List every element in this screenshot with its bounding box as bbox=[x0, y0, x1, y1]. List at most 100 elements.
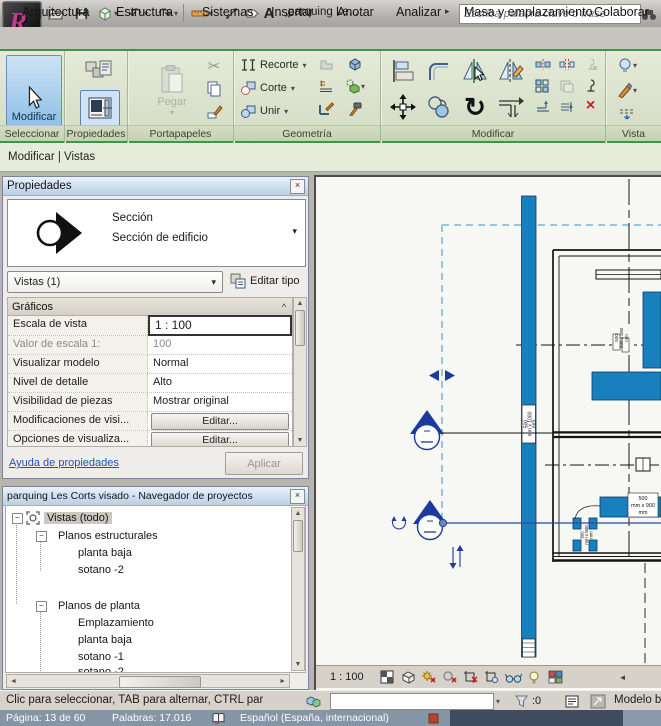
reveal-hidden-button[interactable] bbox=[525, 669, 544, 686]
align-button[interactable] bbox=[387, 55, 419, 87]
delete-button[interactable]: × bbox=[582, 97, 599, 114]
trim-corner-button[interactable] bbox=[534, 99, 551, 114]
cope-button[interactable]: Recorte ▾ bbox=[240, 54, 307, 76]
edit-display-options-button[interactable]: Editar... bbox=[151, 432, 289, 447]
offset-button[interactable] bbox=[423, 55, 455, 87]
crop-region-visible-button[interactable] bbox=[483, 669, 502, 686]
match-properties-button[interactable] bbox=[203, 100, 225, 122]
tree-item-sotano-1[interactable]: sotano -1 bbox=[78, 651, 124, 663]
cut-geometry-button[interactable]: Corte ▾ bbox=[240, 77, 295, 99]
edit-type-label[interactable]: Editar tipo bbox=[250, 275, 300, 287]
demolish-button[interactable] bbox=[344, 99, 366, 119]
tree-item-emplazamiento[interactable]: Emplazamiento bbox=[78, 617, 154, 629]
wall-joins-button[interactable] bbox=[316, 77, 336, 95]
column-tag-ladder[interactable] bbox=[523, 639, 536, 657]
property-help-link[interactable]: Ayuda de propiedades bbox=[9, 457, 119, 469]
properties-close-icon[interactable]: × bbox=[290, 179, 305, 194]
scrollbar-thumb[interactable] bbox=[295, 310, 305, 346]
property-row[interactable]: Visibilidad de piezas Mostrar original bbox=[8, 393, 292, 412]
scroll-down-icon[interactable]: ▼ bbox=[294, 437, 306, 444]
browser-header[interactable]: parquing Les Corts visado - Navegador de… bbox=[3, 487, 308, 506]
type-selector-dropdown-icon[interactable]: ▾ bbox=[292, 226, 297, 237]
shadows-button[interactable] bbox=[441, 669, 460, 686]
phases-button[interactable]: ▾ bbox=[342, 77, 368, 95]
array-button[interactable] bbox=[534, 78, 551, 93]
property-row[interactable]: Escala de vista 1 : 100 bbox=[8, 316, 292, 336]
mirror-draw-axis-button[interactable] bbox=[495, 55, 527, 87]
panel-label-modificar[interactable]: Modificar bbox=[381, 125, 605, 141]
rotate-button[interactable]: ↻ bbox=[459, 91, 491, 123]
scroll-down-icon[interactable]: ▼ bbox=[292, 661, 304, 668]
rotate-control[interactable] bbox=[392, 516, 407, 529]
tree-item-planos-estructurales[interactable]: Planos estructurales bbox=[58, 530, 158, 542]
panel-label-geometria[interactable]: Geometría bbox=[234, 125, 380, 141]
sun-path-button[interactable] bbox=[420, 669, 439, 686]
scroll-up-icon[interactable]: ▲ bbox=[294, 300, 306, 307]
cut-button[interactable]: ✂ bbox=[203, 56, 225, 76]
tree-item-sotano-2[interactable]: sotano -2 bbox=[78, 564, 124, 576]
tab-sistemas[interactable]: Sistemas bbox=[202, 2, 253, 21]
tab-colaborar[interactable]: Colaborar bbox=[594, 2, 649, 21]
scroll-right-icon[interactable]: ► bbox=[279, 678, 286, 685]
beam-cope-button[interactable] bbox=[316, 55, 336, 73]
expand-box[interactable]: − bbox=[12, 513, 23, 524]
tree-item-planta-baja-2[interactable]: planta baja bbox=[78, 634, 132, 646]
view-brush-button[interactable]: ▾ bbox=[614, 80, 640, 100]
section-view-canvas[interactable]: 500 mm x 1000 mm 500 mm x 500 mm 50 bbox=[316, 177, 661, 666]
materials-button[interactable] bbox=[80, 55, 118, 89]
edit-type-button[interactable] bbox=[229, 272, 247, 290]
tab-arquitectura[interactable]: Arquitectura bbox=[22, 2, 89, 21]
title-expand-icon[interactable]: ▸ bbox=[445, 6, 450, 17]
tree-item-sotano-2b[interactable]: sotano -2 bbox=[78, 666, 124, 673]
tab-estructura[interactable]: Estructura bbox=[116, 2, 173, 21]
apply-button[interactable]: Aplicar bbox=[225, 452, 303, 475]
edit-visibility-button[interactable]: Editar... bbox=[151, 413, 289, 430]
column-tag-3[interactable]: 500 mm x 900 mm bbox=[628, 493, 658, 517]
hscroll-left-icon[interactable]: ◄ bbox=[619, 673, 627, 682]
group-collapse-icon[interactable]: ^ bbox=[282, 302, 286, 312]
macro-record-icon[interactable] bbox=[428, 713, 439, 724]
filter-combobox[interactable]: Vistas (1) ▾ bbox=[7, 271, 223, 293]
tab-masa-y-emplazamiento[interactable]: Masa y emplazamiento bbox=[464, 2, 593, 21]
crop-view-button[interactable] bbox=[462, 669, 481, 686]
flip-control[interactable] bbox=[450, 545, 464, 569]
view-lightbulb-button[interactable]: ▾ bbox=[614, 55, 640, 75]
browser-hscrollbar[interactable]: ◄ ► bbox=[6, 674, 290, 688]
panel-label-portapapeles[interactable]: Portapapeles bbox=[128, 125, 233, 141]
spellcheck-book-icon[interactable] bbox=[212, 712, 225, 724]
temporary-hide-isolate-button[interactable] bbox=[504, 669, 523, 686]
worksets-button[interactable] bbox=[303, 693, 323, 709]
expand-box[interactable]: − bbox=[36, 601, 47, 612]
type-selector[interactable]: Sección Sección de edificio ▾ bbox=[7, 199, 306, 267]
trim-extend-button[interactable] bbox=[495, 91, 527, 123]
properties-scrollbar[interactable]: ▲ ▼ bbox=[293, 297, 307, 447]
split-element-button[interactable] bbox=[534, 57, 551, 72]
structure-sections[interactable] bbox=[522, 196, 661, 657]
scrollbar-thumb[interactable] bbox=[293, 520, 303, 552]
column-tag-1[interactable]: 500 mm x 1000 mm bbox=[522, 405, 538, 443]
beam-joins-button[interactable] bbox=[316, 99, 336, 119]
join-button[interactable]: Unir ▾ bbox=[240, 100, 288, 122]
property-row[interactable]: Valor de escala 1: 100 bbox=[8, 336, 292, 355]
copy-button[interactable] bbox=[203, 78, 225, 98]
exclude-options-button[interactable] bbox=[588, 692, 608, 710]
panel-label-seleccionar[interactable]: Seleccionar bbox=[0, 125, 64, 141]
word-page-count[interactable]: Página: 13 de 60 bbox=[6, 712, 85, 724]
view-scale[interactable]: 1 : 100 bbox=[330, 671, 364, 683]
scrollbar-thumb[interactable] bbox=[119, 676, 201, 688]
property-row[interactable]: Opciones de visualiza... Editar... bbox=[8, 431, 292, 447]
drag-dot-handle[interactable] bbox=[439, 519, 446, 526]
property-row[interactable]: Nivel de detalle Alto bbox=[8, 374, 292, 393]
tab-insertar[interactable]: Insertar bbox=[271, 2, 313, 21]
scroll-up-icon[interactable]: ▲ bbox=[292, 510, 304, 517]
trim-multiple-button[interactable] bbox=[558, 99, 575, 114]
scroll-left-icon[interactable]: ◄ bbox=[10, 678, 17, 685]
worksets-combobox[interactable] bbox=[330, 693, 494, 710]
properties-header[interactable]: Propiedades × bbox=[3, 177, 308, 196]
tab-analizar[interactable]: Analizar bbox=[396, 2, 441, 21]
worksets-dropdown-icon[interactable]: ▾ bbox=[496, 697, 500, 706]
drawing-area[interactable]: 500 mm x 1000 mm 500 mm x 500 mm 50 bbox=[314, 175, 661, 690]
group-button[interactable] bbox=[558, 78, 575, 93]
column-tag-2[interactable]: 500 mm x 500 mm bbox=[612, 324, 630, 354]
move-button[interactable] bbox=[387, 91, 419, 123]
